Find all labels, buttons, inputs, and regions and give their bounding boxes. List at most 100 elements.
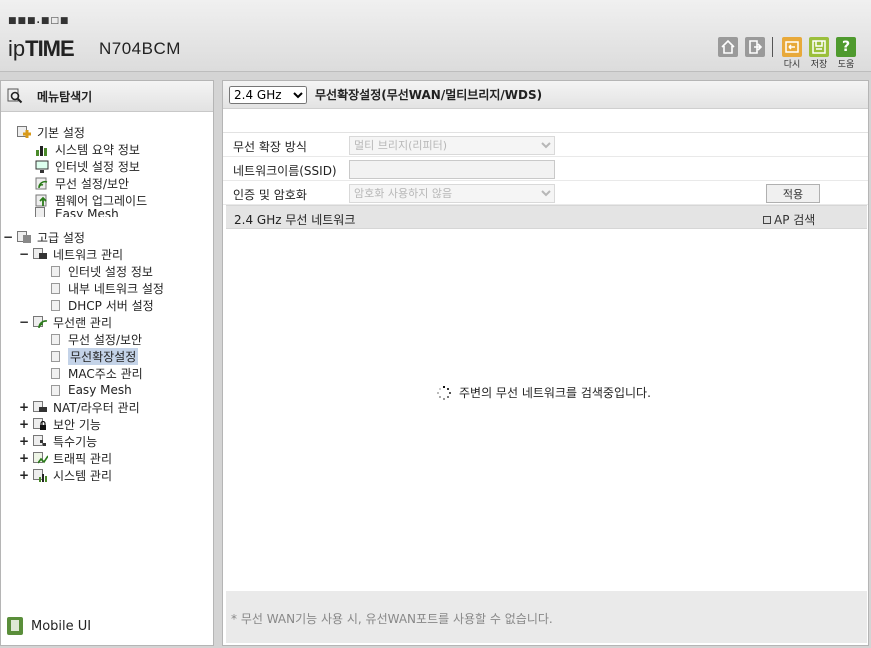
lock-folder-icon — [33, 417, 49, 431]
logo-prefix: ip — [8, 36, 26, 61]
auth-row: 인증 및 암호화 암호화 사용하지 않음 적용 — [223, 181, 868, 205]
menu-search-icon — [7, 88, 23, 104]
tree-label: Easy Mesh — [55, 207, 119, 217]
tree-label: 트래픽 관리 — [53, 451, 113, 466]
mobile-ui-label: Mobile UI — [31, 618, 92, 634]
tree-label: 시스템 관리 — [53, 468, 113, 483]
expand-toggle[interactable]: + — [19, 417, 29, 431]
tree-label: DHCP 서버 설정 — [68, 298, 154, 313]
ssid-input[interactable] — [349, 160, 555, 179]
tree-label: MAC주소 관리 — [68, 366, 143, 381]
home-icon[interactable] — [718, 37, 738, 57]
tree-label: NAT/라우터 관리 — [53, 400, 140, 415]
save-label: 저장 — [810, 60, 828, 70]
page-icon — [51, 265, 60, 277]
logout-icon[interactable] — [745, 37, 765, 57]
loading-spinner-icon — [437, 385, 451, 400]
tree-label: 보안 기능 — [53, 417, 101, 432]
redo-icon[interactable] — [782, 37, 802, 57]
tree-item-easy-mesh-basic[interactable]: Easy Mesh — [35, 207, 119, 217]
ap-search-button[interactable]: AP 검색 — [763, 211, 815, 228]
tree-label: 인터넷 설정 정보 — [68, 264, 153, 279]
tree-label: 펌웨어 업그레이드 — [55, 193, 148, 208]
mode-select[interactable]: 멀티 브리지(리피터) — [349, 136, 555, 155]
expand-toggle[interactable]: + — [19, 434, 29, 448]
tree-basic-settings[interactable]: 기본 설정 — [17, 124, 85, 140]
band-select[interactable]: 2.4 GHz — [229, 85, 307, 104]
help-icon[interactable]: ? — [836, 37, 856, 57]
tree-security[interactable]: + 보안 기능 — [19, 416, 101, 432]
tree-label: 시스템 요약 정보 — [55, 142, 140, 157]
tree-item-internet-info[interactable]: 인터넷 설정 정보 — [35, 158, 140, 174]
tree-label: Easy Mesh — [68, 383, 132, 397]
tree-item-easy-mesh[interactable]: Easy Mesh — [51, 382, 132, 398]
page-icon — [51, 350, 60, 362]
header: ■■■.■□■ ipTIME N704BCM 다시 저장 ? 도움 — [0, 0, 871, 72]
expand-toggle[interactable]: + — [19, 468, 29, 482]
tree-label: 고급 설정 — [37, 230, 85, 245]
wifi-folder-icon — [33, 315, 49, 329]
redo-label: 다시 — [783, 60, 801, 70]
apply-button[interactable]: 적용 — [766, 184, 820, 203]
tree-item-mac-management[interactable]: MAC주소 관리 — [51, 365, 143, 381]
folder-settings-icon — [17, 125, 33, 139]
auth-label: 인증 및 암호화 — [233, 188, 307, 202]
tree-wireless-management[interactable]: − 무선랜 관리 — [19, 314, 112, 330]
traffic-folder-icon — [33, 451, 49, 465]
mode-row: 무선 확장 방식 멀티 브리지(리피터) — [223, 133, 868, 157]
tree-network-management[interactable]: − 네트워크 관리 — [19, 246, 123, 262]
footer-note: * 무선 WAN기능 사용 시, 유선WAN포트를 사용할 수 없습니다. — [231, 612, 553, 626]
tree-label: 내부 네트워크 설정 — [68, 281, 164, 296]
collapse-toggle[interactable]: − — [19, 315, 29, 329]
network-folder-icon — [33, 247, 49, 261]
ssid-row: 네트워크이름(SSID) — [223, 157, 868, 181]
page-icon — [51, 333, 60, 345]
tree-item-firmware-upgrade[interactable]: 펌웨어 업그레이드 — [35, 192, 147, 208]
tree-item-lan-setup[interactable]: 내부 네트워크 설정 — [51, 280, 164, 296]
chart-icon — [35, 143, 51, 156]
sidebar-header: 메뉴탐색기 — [1, 81, 213, 112]
router-folder-icon — [33, 400, 49, 414]
tree-label: 특수기능 — [53, 434, 98, 449]
mode-label: 무선 확장 방식 — [233, 140, 307, 154]
mobile-icon — [7, 617, 23, 635]
collapse-toggle[interactable]: − — [3, 230, 13, 244]
tree-item-wireless-security-adv[interactable]: 무선 설정/보안 — [51, 331, 142, 347]
tree-traffic-management[interactable]: + 트래픽 관리 — [19, 450, 112, 466]
sidebar-title: 메뉴탐색기 — [37, 89, 93, 104]
searching-text: 주변의 무선 네트워크를 검색중입니다. — [459, 386, 651, 400]
tree-item-dhcp-server[interactable]: DHCP 서버 설정 — [51, 297, 154, 313]
folder-settings-icon — [17, 230, 33, 244]
page-icon — [51, 282, 60, 294]
tree-item-wireless-security[interactable]: 무선 설정/보안 — [35, 175, 129, 191]
tree-advanced-settings[interactable]: − 고급 설정 — [3, 229, 85, 245]
tree-label-selected: 무선확장설정 — [68, 347, 139, 365]
collapse-toggle[interactable]: − — [19, 247, 29, 261]
model-name: N704BCM — [99, 39, 181, 58]
auth-select[interactable]: 암호화 사용하지 않음 — [349, 184, 555, 203]
tree-nat-router[interactable]: + NAT/라우터 관리 — [19, 399, 140, 415]
expand-toggle[interactable]: + — [19, 451, 29, 465]
page-icon — [51, 367, 60, 379]
sidebar: 메뉴탐색기 기본 설정 시스템 요약 정보 인터넷 설정 정보 무선 설정/보안… — [0, 80, 214, 646]
save-icon[interactable] — [809, 37, 829, 57]
expand-toggle[interactable]: + — [19, 400, 29, 414]
network-list-header: 2.4 GHz 무선 네트워크 AP 검색 — [226, 205, 867, 229]
page-icon — [51, 384, 60, 396]
wifi-icon — [35, 177, 51, 190]
mesh-icon — [35, 207, 51, 217]
logo: ipTIME — [8, 36, 75, 62]
mobile-ui-link[interactable]: Mobile UI — [7, 617, 91, 635]
tree-special-features[interactable]: + 특수기능 — [19, 433, 97, 449]
network-list-title: 2.4 GHz 무선 네트워크 — [234, 213, 356, 227]
system-folder-icon — [33, 468, 49, 482]
tree-item-wireless-extension[interactable]: 무선확장설정 — [51, 347, 139, 365]
monitor-icon — [35, 160, 51, 173]
ap-search-icon — [763, 215, 771, 224]
tree-label: 기본 설정 — [37, 125, 85, 140]
tree-item-system-summary[interactable]: 시스템 요약 정보 — [35, 141, 140, 157]
ap-search-label: AP 검색 — [774, 213, 816, 227]
tree-system-management[interactable]: + 시스템 관리 — [19, 467, 112, 483]
tree-label: 무선랜 관리 — [53, 315, 113, 330]
tree-item-internet-setup[interactable]: 인터넷 설정 정보 — [51, 263, 153, 279]
